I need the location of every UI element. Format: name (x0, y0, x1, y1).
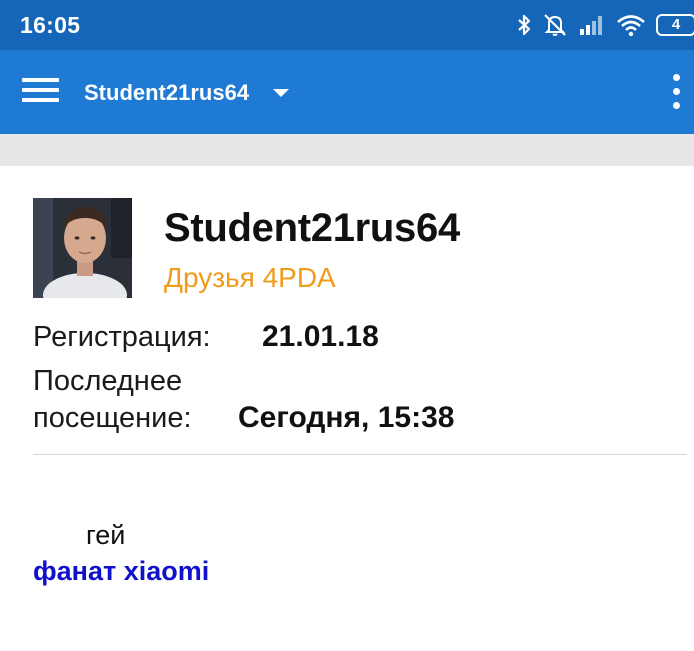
status-icons: 4 (516, 10, 694, 40)
header-divider-strip (0, 134, 694, 166)
signature-line-1: гей (86, 520, 126, 550)
divider (33, 454, 687, 455)
menu-icon[interactable] (22, 78, 60, 106)
wifi-icon (617, 15, 645, 37)
more-vert-icon[interactable] (670, 74, 684, 110)
mute-icon (544, 14, 566, 36)
status-bar: 16:05 4 (0, 0, 694, 50)
app-bar: Student21rus64 (0, 50, 694, 134)
avatar[interactable] (33, 198, 132, 298)
last-visit-label-line1: Последнее (33, 365, 183, 397)
account-name: Student21rus64 (84, 80, 250, 105)
account-switcher[interactable]: Student21rus64 (84, 78, 290, 108)
signal-icon (580, 16, 602, 35)
profile-group: Друзья 4PDA (164, 262, 336, 293)
registration-label: Регистрация: (33, 321, 211, 353)
dropdown-caret-icon (273, 89, 290, 97)
last-visit-label-line2: посещение: (33, 402, 192, 434)
signature-line-2: фанат xiaomi (33, 556, 210, 586)
last-visit-value: Сегодня, 15:38 (238, 401, 455, 434)
registration-value: 21.01.18 (262, 320, 379, 353)
bluetooth-icon (518, 14, 531, 36)
profile-name: Student21rus64 (164, 206, 460, 250)
status-time: 16:05 (20, 12, 81, 38)
battery-level: 4 (671, 16, 681, 33)
battery-icon: 4 (656, 14, 694, 36)
